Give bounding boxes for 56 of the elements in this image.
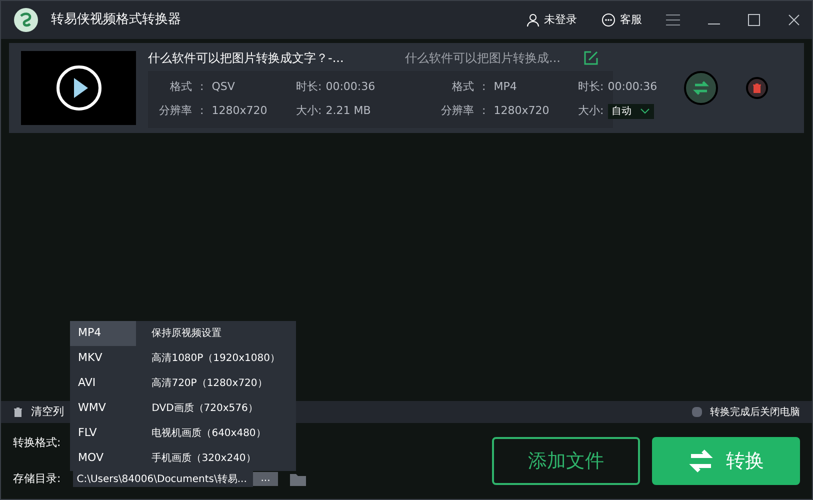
preset-option[interactable]: 电视机画质（640x480） bbox=[152, 421, 280, 446]
play-icon[interactable] bbox=[56, 65, 102, 111]
maximize-icon[interactable] bbox=[748, 14, 760, 26]
menu-icon[interactable] bbox=[666, 14, 680, 26]
convert-item-button[interactable] bbox=[684, 71, 718, 105]
folder-icon[interactable] bbox=[290, 472, 306, 486]
checkbox[interactable] bbox=[692, 407, 702, 417]
trash-icon bbox=[13, 407, 23, 417]
window-title: 转易侠视频格式转换器 bbox=[51, 11, 181, 30]
field-value: 1280x720 bbox=[212, 103, 268, 119]
login-button[interactable]: 未登录 bbox=[526, 12, 577, 28]
add-file-button[interactable]: 添加文件 bbox=[492, 437, 640, 485]
preset-option[interactable]: 保持原视频设置 bbox=[152, 321, 280, 346]
field-value: MP4 bbox=[494, 78, 517, 94]
format-option[interactable]: MP4 bbox=[70, 321, 136, 346]
field-value: QSV bbox=[212, 78, 235, 94]
field-value: 1280x720 bbox=[494, 103, 550, 119]
chat-icon bbox=[601, 12, 616, 28]
field-value: 00:00:36 bbox=[326, 78, 376, 94]
file-name: 什么软件可以把图片转换成文字？-... bbox=[148, 50, 345, 66]
field-value: 2.21 MB bbox=[326, 103, 371, 119]
field-separator: : bbox=[482, 103, 486, 119]
swap-icon bbox=[688, 448, 714, 474]
checkbox-label: 转换完成后关闭电脑 bbox=[710, 406, 800, 420]
preset-option[interactable]: 高清1080P（1920x1080） bbox=[152, 346, 280, 371]
delete-button[interactable] bbox=[746, 77, 768, 99]
preset-option[interactable]: 手机画质（320x240） bbox=[152, 446, 280, 471]
edit-icon[interactable] bbox=[584, 50, 598, 64]
field-label: 格式 bbox=[451, 78, 474, 94]
output-label: 存储目录: bbox=[13, 471, 61, 487]
size-select[interactable]: 自动 bbox=[608, 104, 654, 119]
logo-icon bbox=[13, 7, 39, 33]
field-label: 分辨率 bbox=[440, 103, 474, 119]
preset-option[interactable]: DVD画质（720x576） bbox=[152, 396, 280, 421]
output-name: 什么软件可以把图片转换成... bbox=[405, 50, 560, 66]
field-label: 分辨率 bbox=[158, 103, 192, 119]
field-separator: : bbox=[200, 78, 204, 94]
field-value: 00:00:36 bbox=[608, 78, 658, 94]
field-label: 大小: bbox=[578, 103, 604, 119]
swap-icon bbox=[692, 79, 710, 97]
field-label: 时长: bbox=[296, 78, 322, 94]
chevron-icon bbox=[640, 108, 650, 114]
browse-button[interactable]: ... bbox=[252, 472, 278, 486]
trash-icon bbox=[752, 83, 762, 93]
support-button[interactable]: 客服 bbox=[601, 12, 642, 28]
preset-option[interactable]: 高清720P（1280x720） bbox=[152, 371, 280, 396]
field-separator: : bbox=[482, 78, 486, 94]
user-icon bbox=[526, 13, 540, 27]
clear-list-button[interactable]: 清空列 bbox=[13, 404, 64, 420]
close-icon[interactable] bbox=[788, 14, 800, 26]
field-label: 时长: bbox=[578, 78, 604, 94]
path-field[interactable]: C:\Users\84006\Documents\转易... bbox=[72, 471, 253, 488]
field-label: 格式 bbox=[169, 78, 192, 94]
field-separator: : bbox=[200, 103, 204, 119]
format-label: 转换格式: bbox=[13, 434, 62, 450]
field-label: 大小: bbox=[296, 103, 322, 119]
